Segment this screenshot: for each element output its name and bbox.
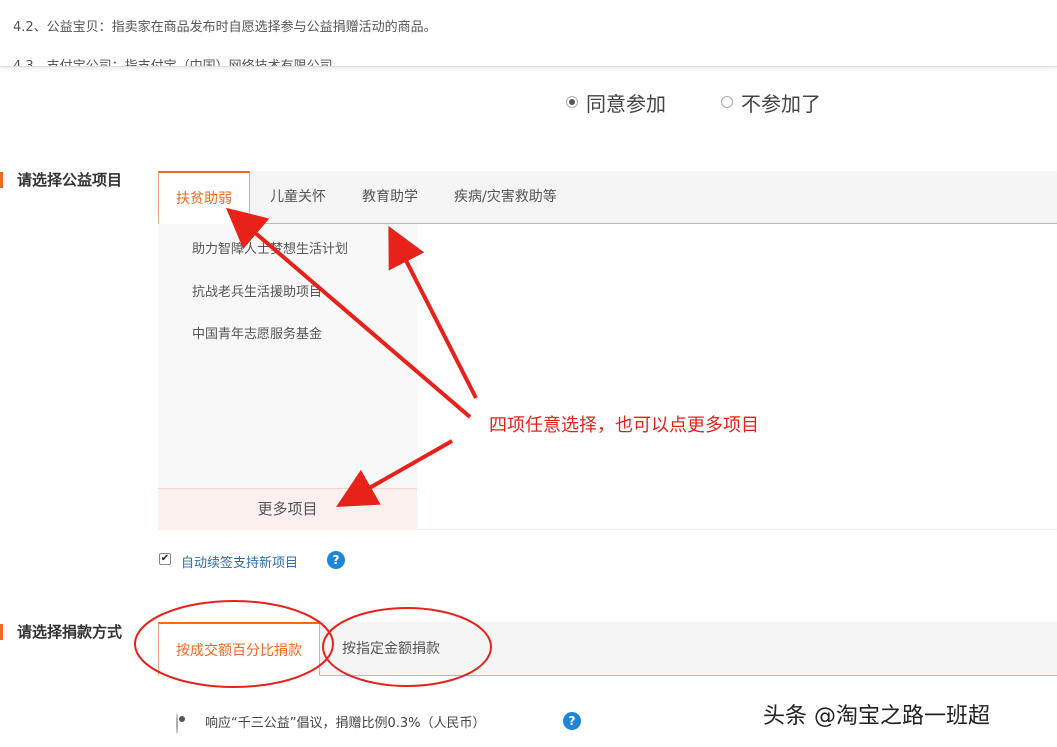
help-icon[interactable]: ? <box>327 551 345 569</box>
decline-radio-label: 不参加了 <box>741 91 821 116</box>
auto-renew-label[interactable]: 自动续签支持新项目 <box>181 552 298 571</box>
project-tabs: 扶贫助弱 儿童关怀 教育助学 疾病/灾害救助等 <box>158 171 1057 224</box>
decline-radio[interactable]: 不参加了 <box>721 88 821 117</box>
auto-renew-checkbox[interactable]: ✔ <box>159 553 171 565</box>
terms-panel: 4.2、公益宝贝：指卖家在商品发布时自愿选择参与公益捐赠活动的商品。 4.3、支… <box>0 0 1057 67</box>
more-projects-button[interactable]: 更多项目 <box>158 488 417 530</box>
decline-radio-dot[interactable] <box>721 96 733 108</box>
response-label: 响应“千三公益”倡议，捐赠比例0.3%（人民币） <box>205 716 486 731</box>
tab-disaster-relief[interactable]: 疾病/灾害救助等 <box>454 171 557 224</box>
tab-poverty-relief[interactable]: 扶贫助弱 <box>158 171 250 224</box>
agree-radio[interactable]: 同意参加 <box>566 88 666 117</box>
agree-radio-label: 同意参加 <box>586 91 666 116</box>
response-radio[interactable] <box>176 713 186 734</box>
project-section-title: 请选择公益项目 <box>0 172 122 188</box>
project-list-item[interactable]: 抗战老兵生活援助项目 <box>192 281 322 300</box>
help-icon[interactable]: ? <box>563 712 581 730</box>
project-detail-area <box>417 224 1057 530</box>
agree-radio-dot[interactable] <box>566 96 578 108</box>
terms-line-4-3: 4.3、支付宝公司：指支付宝（中国）网络技术有限公司 <box>13 59 333 67</box>
project-list-item[interactable]: 中国青年志愿服务基金 <box>192 323 322 342</box>
project-list-item[interactable]: 助力智障人士梦想生活计划 <box>192 238 348 257</box>
tab-child-care[interactable]: 儿童关怀 <box>270 171 326 224</box>
terms-line-4-2: 4.2、公益宝贝：指卖家在商品发布时自愿选择参与公益捐赠活动的商品。 <box>13 20 437 35</box>
watermark: 头条 @淘宝之路一班超 <box>763 704 990 729</box>
tab-percentage-donation[interactable]: 按成交额百分比捐款 <box>158 622 320 676</box>
annotation-text: 四项任意选择，也可以点更多项目 <box>489 415 759 436</box>
tab-fixed-amount-donation[interactable]: 按指定金额捐款 <box>342 622 440 676</box>
response-radio-dot[interactable] <box>176 713 178 734</box>
tab-education[interactable]: 教育助学 <box>362 171 418 224</box>
participation-radio-group: 同意参加 不参加了 <box>566 88 876 116</box>
donation-tabs: 按成交额百分比捐款 按指定金额捐款 <box>158 622 1057 676</box>
donation-section-title: 请选择捐款方式 <box>0 624 122 640</box>
project-list: 助力智障人士梦想生活计划 抗战老兵生活援助项目 中国青年志愿服务基金 <box>158 224 417 488</box>
